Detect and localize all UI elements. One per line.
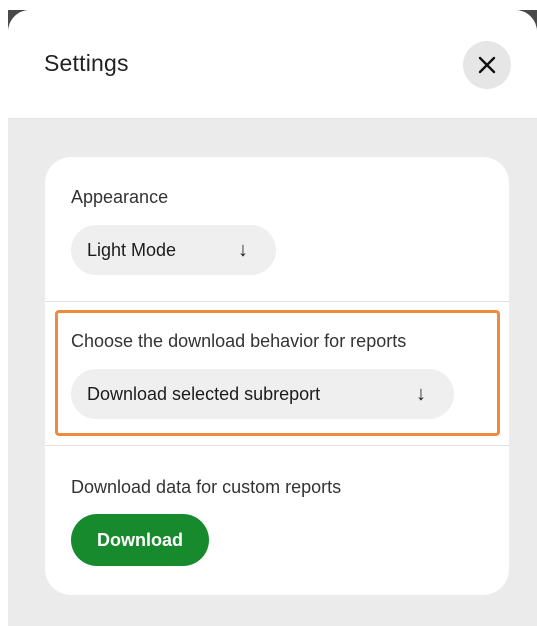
close-button[interactable] bbox=[463, 41, 511, 89]
appearance-label: Appearance bbox=[71, 187, 169, 207]
highlight-box bbox=[55, 310, 500, 436]
custom-reports-label: Download data for custom reports bbox=[71, 477, 342, 497]
dialog-header: Settings bbox=[8, 10, 537, 119]
arrow-down-icon: ↓ bbox=[238, 238, 248, 261]
settings-dialog: Settings Appearance Light Mode ↓ Choose … bbox=[8, 10, 537, 626]
dialog-body: Appearance Light Mode ↓ Choose the downl… bbox=[8, 119, 537, 626]
section-divider bbox=[45, 445, 509, 446]
appearance-selected-value: Light Mode bbox=[87, 239, 177, 260]
appearance-select[interactable]: Light Mode ↓ bbox=[71, 225, 276, 275]
close-icon bbox=[478, 56, 496, 74]
section-divider bbox=[45, 301, 509, 302]
dialog-title: Settings bbox=[44, 50, 129, 76]
download-button[interactable]: Download bbox=[71, 514, 209, 566]
settings-card: Appearance Light Mode ↓ Choose the downl… bbox=[45, 157, 509, 595]
